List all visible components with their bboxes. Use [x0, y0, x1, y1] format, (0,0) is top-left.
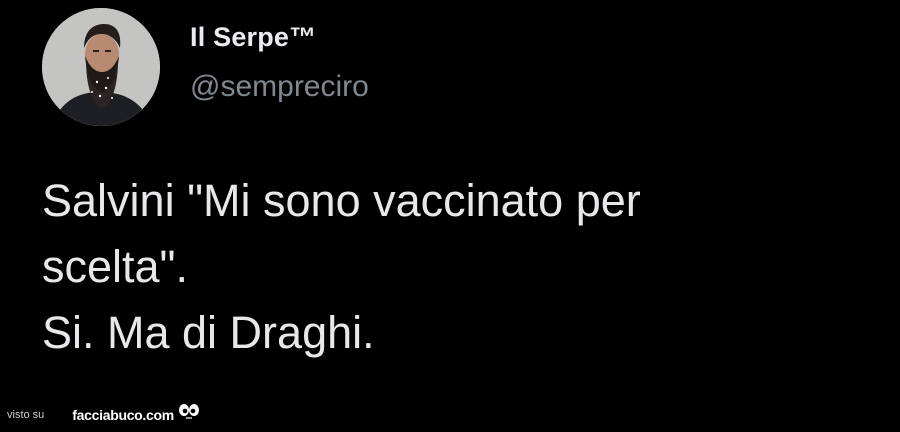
watermark-brand[interactable]: facciabuco.com [72, 407, 174, 423]
watermark-prefix: visto su [7, 408, 45, 421]
watermark: visto su facciabuco.com [7, 403, 200, 426]
user-handle[interactable]: @sempreciro [190, 70, 369, 104]
tweet-card: Il Serpe™ @sempreciro Salvini "Mi sono v… [0, 0, 900, 432]
tweet-text-line: scelta". [42, 241, 189, 292]
user-avatar[interactable] [42, 8, 160, 126]
eyes-icon [178, 403, 200, 426]
display-name[interactable]: Il Serpe™ [190, 22, 316, 53]
bearded-man-avatar-icon [42, 8, 160, 126]
tweet-text-line: Si. Ma di Draghi. [42, 307, 375, 358]
tweet-text: Salvini "Mi sono vaccinato per scelta". … [42, 168, 842, 366]
tweet-text-line: Salvini "Mi sono vaccinato per [42, 175, 641, 226]
